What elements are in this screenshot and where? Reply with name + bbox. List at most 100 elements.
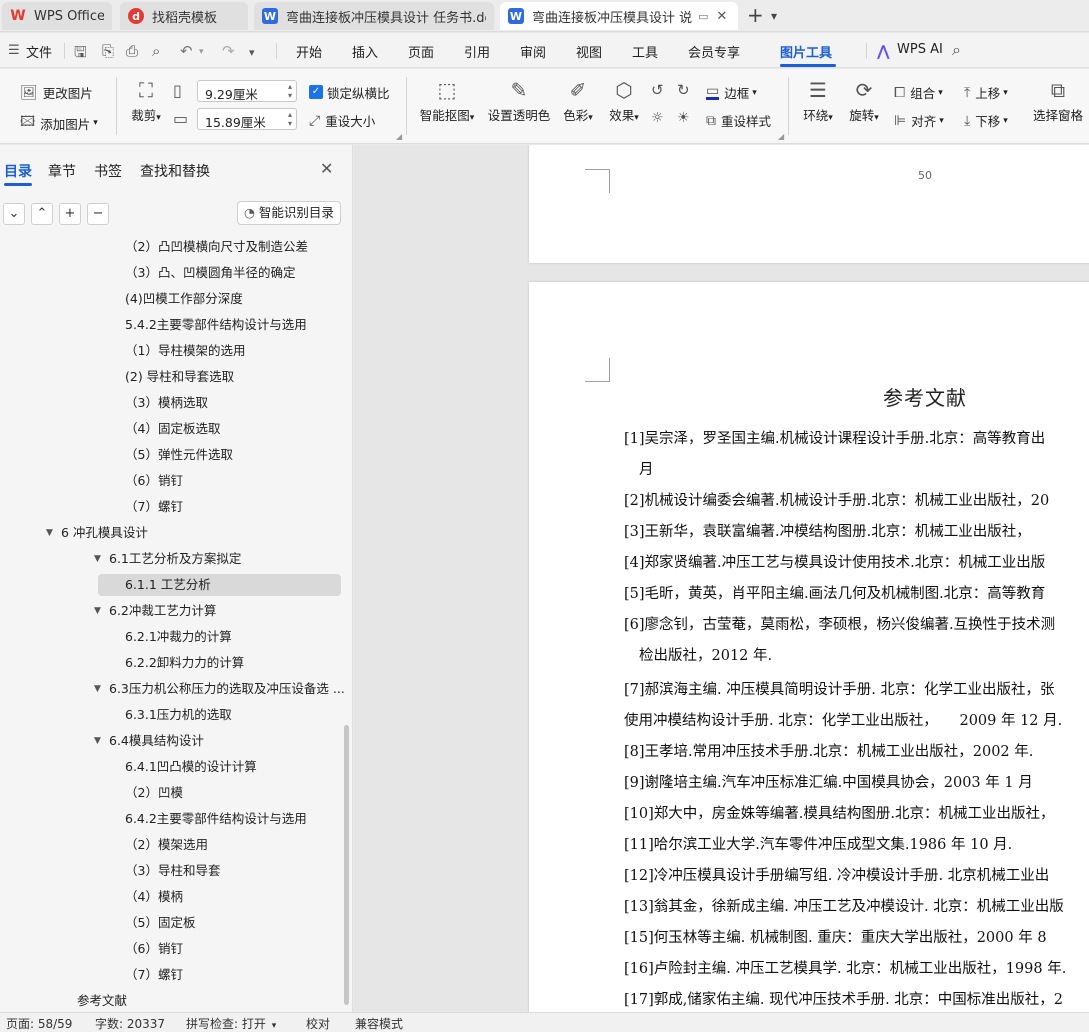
group-button[interactable]: ⧠ 组合 ▾ (894, 83, 943, 102)
proofread-button[interactable]: 校对 (306, 1015, 330, 1032)
bring-forward-button[interactable]: ⤒ 上移 ▾ (964, 83, 1008, 102)
nav-tab-bookmarks[interactable]: 书签 (94, 161, 122, 181)
close-icon[interactable]: ✕ (716, 9, 727, 24)
toc-item[interactable]: 6.2冲裁工艺力计算 (109, 600, 216, 622)
send-backward-button[interactable]: ⤓ 下移 ▾ (964, 111, 1008, 130)
toc-item[interactable]: （2）凸凹模横向尺寸及制造公差 (125, 236, 308, 258)
toc-item[interactable]: （3）模柄选取 (125, 392, 208, 414)
add-heading-button[interactable]: + (59, 203, 81, 225)
reset-style-button[interactable]: ⧉ 重设样式 (706, 111, 771, 130)
collapse-caret-icon[interactable]: ▼ (94, 730, 101, 752)
collapse-all-button[interactable]: ⌄ (3, 203, 25, 225)
search-icon[interactable]: ⌕ (952, 40, 961, 60)
toc-item[interactable]: (4)凹模工作部分深度 (125, 288, 243, 310)
nav-tab-sections[interactable]: 章节 (48, 161, 76, 181)
redo-icon[interactable]: ↷ (222, 42, 235, 60)
tab-list-dropdown[interactable]: ▾ (771, 9, 777, 23)
toc-item[interactable]: (2) 导柱和导套选取 (125, 366, 234, 388)
smart-toc-button[interactable]: ◔ 智能识别目录 (237, 201, 341, 225)
preview-icon[interactable]: ⌕ (152, 42, 160, 60)
collapse-caret-icon[interactable]: ▼ (94, 548, 101, 570)
toc-item[interactable]: 5.4.2主要零部件结构设计与选用 (125, 314, 307, 336)
menu-page[interactable]: 页面 (408, 42, 434, 61)
set-transparent-button[interactable]: ✎ 设置透明色 (486, 77, 552, 124)
remove-heading-button[interactable]: − (87, 203, 109, 225)
file-menu[interactable]: 文件 (26, 42, 52, 61)
border-button[interactable]: ▭ 边框 ▾ (706, 83, 757, 102)
toc-item[interactable]: 6.1工艺分析及方案拟定 (109, 548, 241, 570)
nav-tab-toc[interactable]: 目录 (4, 161, 32, 181)
toc-item[interactable]: （7）螺钉 (125, 496, 183, 518)
toc-item[interactable]: （4）固定板选取 (125, 418, 220, 440)
toc-item[interactable]: 6.2.1冲裁力的计算 (125, 626, 232, 648)
height-input[interactable]: 15.89厘米 ▴ ▾ (197, 108, 297, 130)
toc-item[interactable]: （5）固定板 (125, 912, 195, 934)
toc-item[interactable]: （1）导柱模架的选用 (125, 340, 245, 362)
toc-item[interactable]: 6.3.1压力机的选取 (125, 704, 232, 726)
menu-view[interactable]: 视图 (576, 42, 602, 61)
export-icon[interactable]: ⎘ (102, 42, 114, 60)
selection-pane-button[interactable]: ⧉ 选择窗格 (1030, 77, 1086, 124)
hamburger-icon[interactable]: ☰ (8, 43, 20, 58)
toc-item[interactable]: （5）弹性元件选取 (125, 444, 233, 466)
undo-dropdown-icon[interactable]: ▾ (199, 47, 204, 57)
toc-item[interactable]: 参考文献 (77, 990, 127, 1012)
align-button[interactable]: ⊫ 对齐 ▾ (894, 111, 944, 130)
toc-item[interactable]: （3）凸、凹模圆角半径的确定 (125, 262, 295, 284)
new-tab-button[interactable]: + (747, 3, 764, 27)
crop-button[interactable]: ⛶ 裁剪▾ (126, 77, 166, 124)
toc-item[interactable]: 6.4模具结构设计 (109, 730, 204, 752)
toc-item[interactable]: （6）销钉 (125, 470, 183, 492)
add-picture-button[interactable]: 🖾 添加图片 ▾ (20, 111, 98, 135)
width-input[interactable]: 9.29厘米 ▴ ▾ (197, 80, 297, 102)
rotate-right-icon[interactable]: ↻ (677, 81, 690, 99)
print-icon[interactable]: ⎙ (126, 42, 138, 60)
menu-start[interactable]: 开始 (296, 42, 322, 61)
screen-icon[interactable]: ▭ (698, 10, 708, 23)
size-dialog-launcher[interactable]: ◢ (396, 132, 402, 141)
brightness-down-icon[interactable]: ☀ (677, 110, 690, 126)
toc-item[interactable]: （7）螺钉 (125, 964, 183, 986)
collapse-caret-icon[interactable]: ▼ (94, 600, 101, 622)
page-indicator[interactable]: 页面: 58/59 (6, 1015, 72, 1032)
nav-tab-find-replace[interactable]: 查找和替换 (140, 161, 210, 181)
menu-review[interactable]: 审阅 (520, 42, 546, 61)
reset-size-button[interactable]: ⤢ 重设大小 (309, 111, 375, 130)
wrap-button[interactable]: ☰ 环绕▾ (798, 77, 838, 124)
collapse-caret-icon[interactable]: ▼ (94, 678, 101, 700)
wps-ai-button[interactable]: WPS AI (897, 42, 943, 57)
close-pane-icon[interactable]: ✕ (320, 159, 333, 178)
toc-item[interactable]: 6 冲孔模具设计 (61, 522, 148, 544)
smart-cutout-button[interactable]: ⬚ 智能抠图▾ (416, 77, 478, 124)
toc-item[interactable]: 6.3压力机公称压力的选取及冲压设备选 ... (109, 678, 345, 700)
toc-item[interactable]: （4）模柄 (125, 886, 183, 908)
tab-current-document[interactable]: W 弯曲连接板冲压模具设计 说明 ▭ ✕ (500, 2, 738, 30)
lock-ratio-checkbox[interactable]: ✓ (309, 85, 323, 99)
brightness-up-icon[interactable]: ☼ (651, 110, 664, 126)
word-count[interactable]: 字数: 20337 (95, 1015, 165, 1032)
toc-scrollbar[interactable] (344, 725, 349, 1005)
menu-insert[interactable]: 插入 (352, 42, 378, 61)
menu-member[interactable]: 会员专享 (688, 42, 740, 61)
tab-task-document[interactable]: W 弯曲连接板冲压模具设计 任务书.doc (254, 2, 494, 30)
save-icon[interactable]: 🖫 (74, 42, 87, 67)
toc-item[interactable]: 6.4.1凹凸模的设计计算 (125, 756, 257, 778)
toc-item[interactable]: （2）模架选用 (125, 834, 208, 856)
color-button[interactable]: ✐ 色彩▾ (558, 77, 598, 124)
tab-wps-office[interactable]: W WPS Office (2, 2, 112, 30)
effects-button[interactable]: ⬡ 效果▾ (604, 77, 644, 124)
menu-tools[interactable]: 工具 (632, 42, 658, 61)
rotate-button[interactable]: ⟳ 旋转▾ (844, 77, 884, 124)
undo-icon[interactable]: ↶ (180, 42, 193, 60)
more-icon[interactable]: ▾ (249, 46, 255, 59)
document-page[interactable]: 参考文献 [1]吴宗泽，罗圣国主编.机械设计课程设计手册.北京：高等教育出 月 … (529, 282, 1089, 1012)
toc-item[interactable]: 6.4.2主要零部件结构设计与选用 (125, 808, 307, 830)
rotate-left-icon[interactable]: ↺ (651, 81, 664, 99)
menu-reference[interactable]: 引用 (464, 42, 490, 61)
tab-docer-templates[interactable]: d 找稻壳模板 (120, 2, 248, 30)
toc-item[interactable]: （3）导柱和导套 (125, 860, 220, 882)
toc-item[interactable]: （2）凹模 (125, 782, 183, 804)
toc-item-selected[interactable]: 6.1.1 工艺分析 (98, 574, 341, 596)
expand-level-button[interactable]: ⌃ (31, 203, 53, 225)
style-dialog-launcher[interactable]: ◢ (778, 132, 784, 141)
